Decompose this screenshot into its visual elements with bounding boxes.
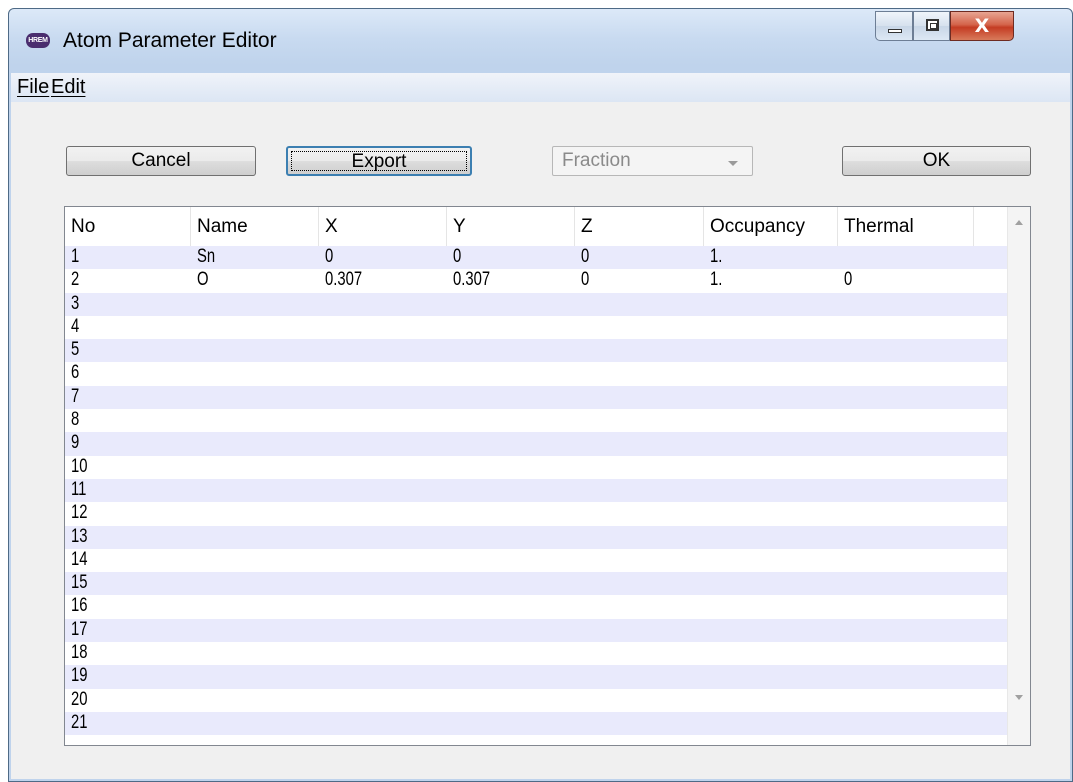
- table-header: No Name X Y Z Occupancy Thermal: [65, 207, 1007, 246]
- cell-no[interactable]: 13: [71, 526, 87, 549]
- table-row[interactable]: 14: [65, 548, 1007, 573]
- cell-occupancy[interactable]: 1.: [710, 246, 722, 269]
- app-logo-icon: HREM: [26, 33, 50, 48]
- table-row[interactable]: 16: [65, 595, 1007, 619]
- cell-x[interactable]: 0.307: [325, 269, 362, 292]
- minimize-icon: [888, 29, 902, 33]
- cell-name[interactable]: O: [197, 269, 209, 292]
- table-row[interactable]: 9: [65, 432, 1007, 456]
- app-window: HREM Atom Parameter Editor X File Edit C…: [8, 8, 1073, 782]
- cell-no[interactable]: 17: [71, 619, 87, 642]
- column-header-x[interactable]: X: [319, 207, 447, 246]
- column-header-y[interactable]: Y: [447, 207, 575, 246]
- cell-name[interactable]: Sn: [197, 246, 215, 269]
- table-row[interactable]: 10: [65, 455, 1007, 479]
- cell-no[interactable]: 21: [71, 712, 87, 735]
- cell-no[interactable]: 9: [71, 432, 79, 455]
- cancel-button[interactable]: Cancel: [66, 146, 256, 176]
- atom-table[interactable]: No Name X Y Z Occupancy Thermal 1 Sn 0 0 0 1.…: [64, 206, 1031, 746]
- table-row[interactable]: 3: [65, 292, 1007, 316]
- table-row[interactable]: 19: [65, 665, 1007, 689]
- cell-no[interactable]: 18: [71, 642, 87, 665]
- cell-y[interactable]: 0.307: [453, 269, 490, 292]
- window-title: Atom Parameter Editor: [63, 29, 277, 52]
- column-header-name[interactable]: Name: [191, 207, 319, 246]
- dialog-body: Cancel Export Fraction OK No Name X Y Z …: [11, 102, 1070, 779]
- table-row[interactable]: 7: [65, 385, 1007, 410]
- cell-x[interactable]: 0: [325, 246, 333, 269]
- restore-icon: [926, 19, 939, 31]
- cell-no[interactable]: 7: [71, 386, 79, 409]
- table-row[interactable]: 5: [65, 339, 1007, 363]
- column-header-occupancy[interactable]: Occupancy: [704, 207, 838, 246]
- cell-no[interactable]: 6: [71, 362, 79, 385]
- cell-no[interactable]: 19: [71, 665, 87, 688]
- cell-no[interactable]: 14: [71, 549, 87, 572]
- title-bar[interactable]: HREM Atom Parameter Editor X: [9, 9, 1072, 65]
- cell-occupancy[interactable]: 1.: [710, 269, 722, 292]
- cell-no[interactable]: 12: [71, 502, 87, 525]
- coord-mode-value: Fraction: [562, 150, 631, 171]
- table-row[interactable]: 2 O 0.307 0.307 0 1. 0: [65, 269, 1007, 293]
- coord-mode-select[interactable]: Fraction: [552, 146, 753, 176]
- menu-edit[interactable]: Edit: [51, 76, 85, 99]
- chevron-down-icon: [728, 161, 738, 166]
- table-row[interactable]: 8: [65, 409, 1007, 433]
- table-row[interactable]: 13: [65, 525, 1007, 549]
- menu-bar: File Edit: [11, 73, 1070, 102]
- cell-no[interactable]: 5: [71, 339, 79, 362]
- cell-no[interactable]: 15: [71, 572, 87, 595]
- cell-no[interactable]: 3: [71, 293, 79, 316]
- table-row[interactable]: 20: [65, 688, 1007, 712]
- menu-file-label: File: [17, 76, 50, 98]
- column-header-no[interactable]: No: [65, 207, 191, 246]
- table-row[interactable]: 4: [65, 315, 1007, 340]
- table-row[interactable]: 12: [65, 502, 1007, 526]
- scroll-up-icon[interactable]: [1015, 220, 1023, 225]
- table-row[interactable]: 18: [65, 642, 1007, 666]
- scroll-down-icon[interactable]: [1015, 695, 1023, 700]
- table-row[interactable]: 6: [65, 362, 1007, 386]
- close-button[interactable]: X: [950, 11, 1014, 41]
- cell-no[interactable]: 1: [71, 246, 79, 269]
- cell-no[interactable]: 4: [71, 316, 79, 339]
- ok-button[interactable]: OK: [842, 146, 1031, 176]
- table-row[interactable]: 1 Sn 0 0 0 1.: [65, 246, 1007, 270]
- menu-edit-label: Edit: [51, 76, 86, 98]
- cell-no[interactable]: 16: [71, 595, 87, 618]
- cell-no[interactable]: 10: [71, 456, 87, 479]
- table-row[interactable]: 15: [65, 572, 1007, 596]
- table-row[interactable]: 11: [65, 478, 1007, 503]
- cell-y[interactable]: 0: [453, 246, 461, 269]
- column-header-thermal[interactable]: Thermal: [838, 207, 974, 246]
- cell-no[interactable]: 2: [71, 269, 79, 292]
- vertical-scrollbar[interactable]: [1007, 207, 1030, 745]
- cell-thermal[interactable]: 0: [844, 269, 852, 292]
- cell-z[interactable]: 0: [581, 269, 589, 292]
- table-row[interactable]: 21: [65, 711, 1007, 736]
- cell-no[interactable]: 11: [71, 479, 86, 502]
- maximize-button[interactable]: [913, 11, 950, 41]
- minimize-button[interactable]: [875, 11, 913, 41]
- cell-z[interactable]: 0: [581, 246, 589, 269]
- export-button[interactable]: Export: [286, 146, 472, 176]
- table-body: 1 Sn 0 0 0 1. 2 O 0.307 0.307 0 1. 0 3 4 5 6 7 8 9 10 11 12 13 1…: [65, 246, 1007, 736]
- close-icon: X: [974, 15, 990, 37]
- column-header-z[interactable]: Z: [575, 207, 704, 246]
- menu-file[interactable]: File: [17, 76, 49, 99]
- cell-no[interactable]: 20: [71, 689, 87, 712]
- table-row[interactable]: 17: [65, 618, 1007, 643]
- cell-no[interactable]: 8: [71, 409, 79, 432]
